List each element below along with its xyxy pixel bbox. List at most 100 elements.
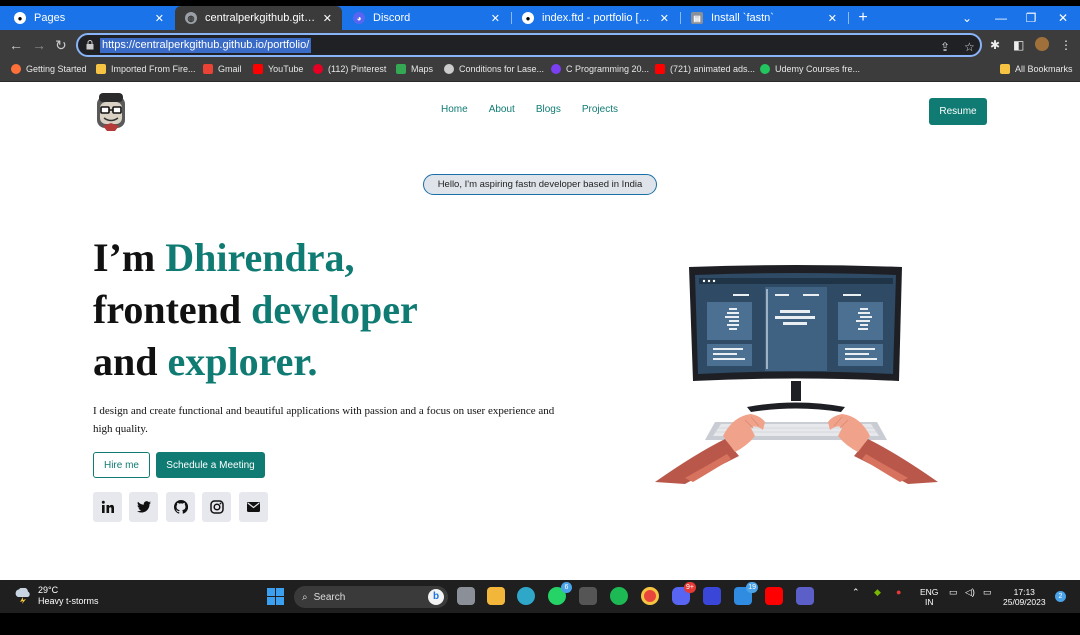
menu-icon[interactable]: ⋮ bbox=[1060, 38, 1072, 52]
notification-badge[interactable]: 2 bbox=[1055, 591, 1066, 602]
weather-widget[interactable]: 29°C Heavy t-storms bbox=[14, 585, 99, 607]
share-icon[interactable]: ⇪ bbox=[940, 40, 950, 54]
close-icon[interactable]: ✕ bbox=[155, 12, 164, 25]
folder-icon bbox=[96, 64, 106, 74]
bookmark-c-programming[interactable]: C Programming 20... bbox=[551, 64, 649, 74]
tab-discord[interactable]: ◕ Discord ✕ bbox=[343, 6, 510, 30]
tab-pages[interactable]: ● Pages ✕ bbox=[4, 6, 174, 30]
discord-badge: 9+ bbox=[684, 582, 696, 593]
developer-illustration bbox=[655, 265, 938, 484]
all-bookmarks[interactable]: All Bookmarks bbox=[1000, 64, 1073, 74]
nav-blogs[interactable]: Blogs bbox=[536, 104, 561, 115]
bookmark-conditions[interactable]: Conditions for Lase... bbox=[444, 64, 544, 74]
twitter-icon[interactable] bbox=[129, 492, 158, 522]
browser-toolbar: ← → ↻ https://centralperkgithub.github.i… bbox=[0, 30, 1080, 60]
whatsapp-icon[interactable]: 6 bbox=[548, 582, 572, 605]
weather-condition: Heavy t-storms bbox=[38, 596, 99, 606]
mail-icon[interactable] bbox=[239, 492, 268, 522]
app-icon[interactable] bbox=[579, 587, 597, 605]
nav-home[interactable]: Home bbox=[441, 104, 468, 115]
screen: ● Pages ✕ ◍ centralperkgithub.github.io/… bbox=[0, 0, 1080, 635]
sidepanel-icon[interactable]: ◧ bbox=[1013, 38, 1024, 52]
bookmark-gmail[interactable]: Gmail bbox=[203, 64, 242, 74]
bookmark-youtube[interactable]: YouTube bbox=[253, 64, 303, 74]
intro-pill: Hello, I'm aspiring fastn developer base… bbox=[423, 174, 657, 195]
tab-search-icon[interactable]: ⌄ bbox=[952, 6, 982, 30]
tab-portfolio[interactable]: ◍ centralperkgithub.github.io/port ✕ bbox=[175, 6, 342, 30]
youtube-icon bbox=[655, 64, 665, 74]
headline-explorer: explorer. bbox=[167, 339, 318, 384]
address-bar[interactable]: https://centralperkgithub.github.io/port… bbox=[76, 33, 982, 57]
spotify-icon[interactable] bbox=[610, 587, 628, 605]
close-icon[interactable]: ✕ bbox=[828, 12, 837, 25]
system-clock[interactable]: 17:13 25/09/2023 bbox=[1003, 587, 1046, 607]
antivirus-icon[interactable]: ● bbox=[896, 587, 901, 597]
folder-icon bbox=[1000, 64, 1010, 74]
hero-description: I design and create functional and beaut… bbox=[93, 405, 555, 435]
search-label: Search bbox=[313, 591, 346, 603]
linear-icon[interactable] bbox=[703, 587, 721, 605]
forward-icon[interactable]: → bbox=[32, 37, 46, 53]
linkedin-icon[interactable] bbox=[93, 492, 122, 522]
nvidia-icon[interactable]: ◆ bbox=[874, 587, 881, 598]
teams-icon[interactable] bbox=[796, 587, 814, 605]
profile-avatar[interactable] bbox=[1035, 37, 1049, 51]
edge-icon[interactable] bbox=[517, 587, 535, 605]
minimize-icon[interactable]: — bbox=[986, 6, 1016, 30]
nav-about[interactable]: About bbox=[489, 104, 515, 115]
youtube-icon[interactable] bbox=[765, 587, 783, 605]
lang-code: ENG bbox=[920, 587, 939, 597]
star-icon[interactable]: ☆ bbox=[964, 40, 975, 54]
bookmark-udemy[interactable]: Udemy Courses fre... bbox=[760, 64, 860, 74]
mail-app-icon[interactable]: 19 bbox=[734, 582, 758, 605]
headline-line3: and bbox=[93, 339, 168, 384]
reload-icon[interactable]: ↻ bbox=[55, 37, 67, 54]
main-nav: Home About Blogs Projects bbox=[441, 104, 618, 115]
tab-github-index[interactable]: ● index.ftd - portfolio [GitHub] - V ✕ bbox=[512, 6, 679, 30]
file-explorer-icon[interactable] bbox=[487, 587, 505, 605]
nav-projects[interactable]: Projects bbox=[582, 104, 618, 115]
bookmark-getting-started[interactable]: Getting Started bbox=[11, 64, 87, 74]
chrome-icon[interactable] bbox=[641, 587, 659, 605]
taskbar-search[interactable]: ⌕ Search b bbox=[294, 586, 448, 608]
battery-icon[interactable]: ▭ bbox=[983, 587, 992, 598]
bookmark-imported[interactable]: Imported From Fire... bbox=[96, 64, 196, 74]
resume-button[interactable]: Resume bbox=[929, 98, 987, 125]
schedule-meeting-button[interactable]: Schedule a Meeting bbox=[156, 452, 265, 478]
close-icon[interactable]: ✕ bbox=[660, 12, 669, 25]
url-text[interactable]: https://centralperkgithub.github.io/port… bbox=[100, 38, 312, 53]
hero-headline: I’m Dhirendra, frontend developer and ex… bbox=[93, 232, 418, 388]
volume-icon[interactable]: ◁) bbox=[965, 587, 975, 598]
extensions-icon[interactable]: ✱ bbox=[990, 38, 1000, 52]
mail-badge: 19 bbox=[746, 582, 758, 593]
storm-cloud-icon bbox=[15, 588, 30, 604]
github-icon[interactable] bbox=[166, 492, 195, 522]
close-icon[interactable]: ✕ bbox=[323, 12, 332, 25]
bookmark-animated-ads[interactable]: (721) animated ads... bbox=[655, 64, 755, 74]
avatar-logo[interactable] bbox=[93, 90, 129, 132]
gmail-icon bbox=[203, 64, 213, 74]
infinity-icon bbox=[760, 64, 770, 74]
close-icon[interactable]: ✕ bbox=[491, 12, 500, 25]
back-icon[interactable]: ← bbox=[9, 37, 23, 53]
headline-name: Dhirendra, bbox=[165, 235, 355, 280]
chevron-up-icon[interactable]: ⌃ bbox=[852, 587, 860, 598]
language-indicator[interactable]: ENG IN bbox=[920, 587, 938, 607]
tab-strip: ● Pages ✕ ◍ centralperkgithub.github.io/… bbox=[0, 6, 1080, 30]
hire-me-button[interactable]: Hire me bbox=[93, 452, 150, 478]
maximize-icon[interactable]: ❐ bbox=[1016, 6, 1046, 30]
discord-icon[interactable]: 9+ bbox=[672, 582, 696, 605]
network-icon[interactable]: ▭ bbox=[949, 587, 958, 598]
close-window-icon[interactable]: ✕ bbox=[1048, 6, 1078, 30]
new-tab-button[interactable]: + bbox=[848, 6, 878, 30]
bookmark-maps[interactable]: Maps bbox=[396, 64, 433, 74]
headline-line2: frontend bbox=[93, 287, 252, 332]
windows-start-icon[interactable] bbox=[267, 588, 284, 605]
tab-install-fastn[interactable]: ▤ Install `fastn` ✕ bbox=[681, 6, 847, 30]
circle-icon bbox=[444, 64, 454, 74]
instagram-icon[interactable] bbox=[202, 492, 231, 522]
task-view-icon[interactable] bbox=[457, 587, 475, 605]
headline-role: developer bbox=[251, 287, 418, 332]
windows-taskbar: 29°C Heavy t-storms ⌕ Search b 6 9+ 19 ⌃ … bbox=[0, 580, 1080, 613]
bookmark-pinterest[interactable]: (112) Pinterest bbox=[313, 64, 386, 74]
